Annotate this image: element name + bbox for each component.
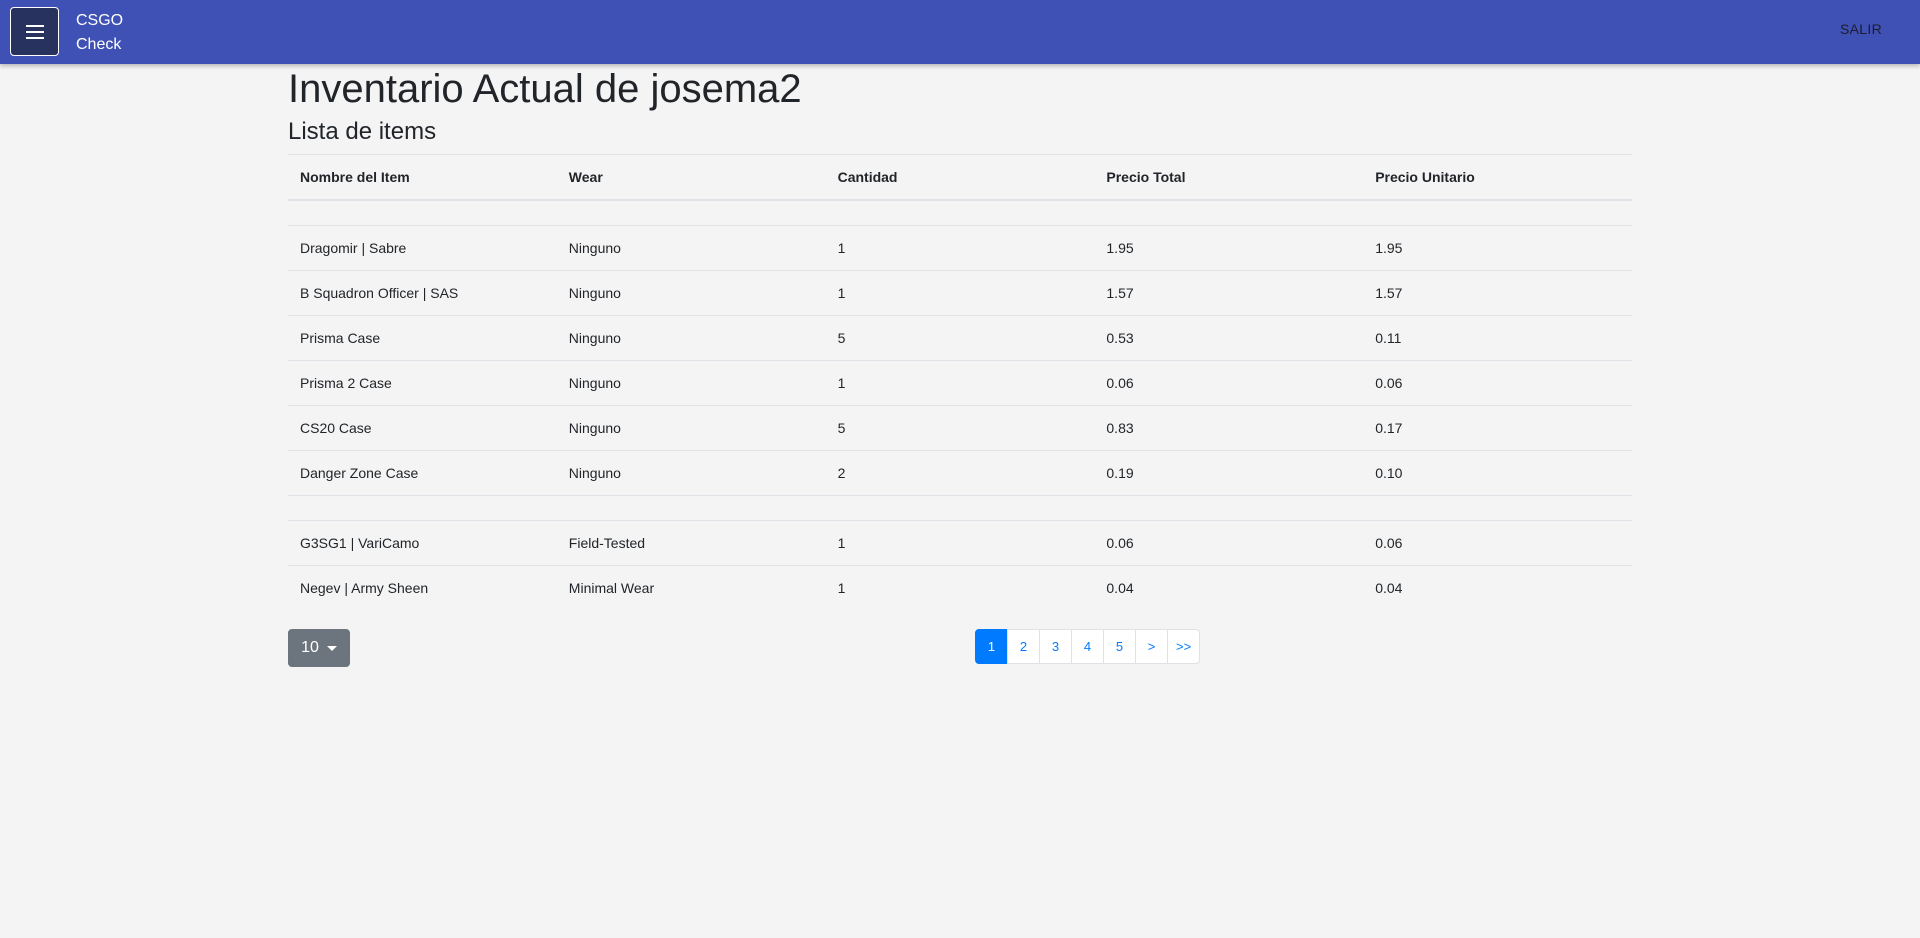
cell-total-price: 0.53 — [1094, 315, 1364, 361]
cell-name: G3SG1 | VariCamo — [288, 520, 557, 566]
table-row: CS20 Case Ninguno 5 0.83 0.17 — [288, 405, 1632, 451]
hamburger-menu-icon — [25, 24, 44, 39]
cell-quantity: 1 — [825, 270, 1095, 316]
cell-quantity: 5 — [825, 315, 1095, 361]
cell-total-price: 1.57 — [1094, 270, 1364, 316]
table-row: Negev | Army Sheen Minimal Wear 1 0.04 0… — [288, 565, 1632, 610]
logout-button[interactable]: SALIR — [1840, 21, 1882, 37]
cell-wear: Ninguno — [556, 450, 826, 496]
cell-wear: Ninguno — [556, 315, 826, 361]
cell-wear: Ninguno — [556, 270, 826, 316]
table-row: Prisma 2 Case Ninguno 1 0.06 0.06 — [288, 360, 1632, 406]
cell-name: Danger Zone Case — [288, 450, 557, 496]
cell-total-price: 0.19 — [1094, 450, 1364, 496]
cell-total-price: 0.04 — [1094, 565, 1364, 610]
cell-name — [288, 199, 557, 226]
cell-name: Dragomir | Sabre — [288, 225, 557, 271]
cell-total-price: 1.95 — [1094, 225, 1364, 271]
page-size-dropdown[interactable]: 10 — [288, 629, 350, 667]
cell-name: Prisma 2 Case — [288, 360, 557, 406]
caret-down-icon — [326, 645, 337, 651]
cell-unit-price: 0.06 — [1363, 360, 1632, 406]
cell-quantity: 2 — [825, 450, 1095, 496]
table-row: Danger Zone Case Ninguno 2 0.19 0.10 — [288, 450, 1632, 496]
cell-unit-price: 0.11 — [1363, 315, 1632, 361]
page-size-value: 10 — [301, 639, 319, 656]
page-link-3[interactable]: 3 — [1039, 629, 1072, 664]
cell-quantity: 5 — [825, 405, 1095, 451]
brand-line-2: Check — [76, 36, 122, 53]
cell-name — [288, 495, 557, 521]
cell-name: B Squadron Officer | SAS — [288, 270, 557, 316]
cell-quantity: 1 — [825, 520, 1095, 566]
cell-unit-price: 0.06 — [1363, 520, 1632, 566]
cell-unit-price: 0.10 — [1363, 450, 1632, 496]
page-link-next[interactable]: > — [1135, 629, 1168, 664]
table-footer: 10 1 2 3 4 5 > >> — [288, 629, 1632, 669]
page-link-2[interactable]: 2 — [1007, 629, 1040, 664]
cell-wear: Minimal Wear — [556, 565, 826, 610]
page-link-1[interactable]: 1 — [975, 629, 1008, 664]
brand-line-1: CSGO — [76, 12, 124, 29]
cell-total-price — [1094, 495, 1364, 521]
column-header-unit-price[interactable]: Precio Unitario — [1363, 154, 1632, 201]
column-header-total-price[interactable]: Precio Total — [1094, 154, 1364, 201]
menu-button[interactable] — [10, 7, 59, 56]
table-row — [288, 199, 1632, 226]
table-row: B Squadron Officer | SAS Ninguno 1 1.57 … — [288, 270, 1632, 316]
items-table: Nombre del Item Wear Cantidad Precio Tot… — [288, 154, 1632, 610]
cell-wear: Ninguno — [556, 225, 826, 271]
cell-name: Negev | Army Sheen — [288, 565, 557, 610]
main-content: Inventario Actual de josema2 Lista de it… — [288, 64, 1632, 669]
cell-unit-price: 0.04 — [1363, 565, 1632, 610]
cell-total-price: 0.83 — [1094, 405, 1364, 451]
column-header-name[interactable]: Nombre del Item — [288, 154, 557, 201]
cell-total-price: 0.06 — [1094, 360, 1364, 406]
cell-wear — [556, 199, 826, 226]
column-header-quantity[interactable]: Cantidad — [825, 154, 1095, 201]
cell-quantity: 1 — [825, 225, 1095, 271]
app-bar: CSGO Check SALIR — [0, 0, 1920, 64]
page-link-4[interactable]: 4 — [1071, 629, 1104, 664]
cell-unit-price — [1363, 199, 1632, 226]
table-row: Dragomir | Sabre Ninguno 1 1.95 1.95 — [288, 225, 1632, 271]
brand-title[interactable]: CSGO Check — [76, 9, 136, 57]
page-link-last[interactable]: >> — [1167, 629, 1201, 664]
cell-wear: Field-Tested — [556, 520, 826, 566]
cell-total-price — [1094, 199, 1364, 226]
list-title: Lista de items — [288, 118, 437, 145]
table-row: G3SG1 | VariCamo Field-Tested 1 0.06 0.0… — [288, 520, 1632, 566]
cell-total-price: 0.06 — [1094, 520, 1364, 566]
cell-wear: Ninguno — [556, 360, 826, 406]
cell-unit-price: 1.57 — [1363, 270, 1632, 316]
cell-wear: Ninguno — [556, 405, 826, 451]
cell-unit-price — [1363, 495, 1632, 521]
table-row — [288, 495, 1632, 521]
cell-unit-price: 0.17 — [1363, 405, 1632, 451]
table-row: Prisma Case Ninguno 5 0.53 0.11 — [288, 315, 1632, 361]
page-title: Inventario Actual de josema2 — [288, 67, 802, 111]
cell-name: CS20 Case — [288, 405, 557, 451]
cell-wear — [556, 495, 826, 521]
cell-quantity — [825, 199, 1095, 226]
pagination: 1 2 3 4 5 > >> — [975, 629, 1201, 664]
table-header-row: Nombre del Item Wear Cantidad Precio Tot… — [288, 154, 1632, 201]
cell-quantity: 1 — [825, 565, 1095, 610]
column-header-wear[interactable]: Wear — [556, 154, 826, 201]
cell-name: Prisma Case — [288, 315, 557, 361]
cell-quantity: 1 — [825, 360, 1095, 406]
cell-unit-price: 1.95 — [1363, 225, 1632, 271]
cell-quantity — [825, 495, 1095, 521]
page-link-5[interactable]: 5 — [1103, 629, 1136, 664]
